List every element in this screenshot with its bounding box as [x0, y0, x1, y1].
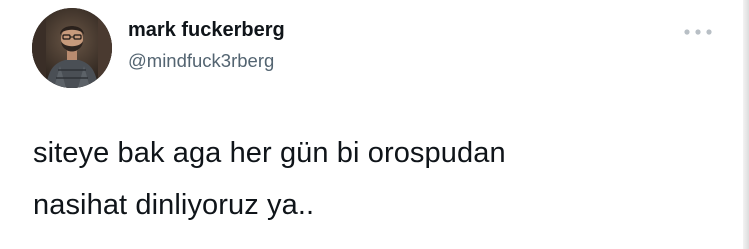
more-options-button[interactable]: [679, 22, 717, 42]
author-handle[interactable]: @mindfuck3rberg: [128, 50, 274, 72]
tweet-text: siteye bak aga her gün bi orospudan nasi…: [33, 127, 713, 231]
more-options-icon: [684, 29, 712, 35]
tweet-text-line: nasihat dinliyoruz ya..: [33, 189, 315, 221]
tweet-card: mark fuckerberg @mindfuck3rberg siteye b…: [0, 0, 749, 249]
profile-photo-icon: [32, 8, 112, 88]
tweet-text-line: siteye bak aga her gün bi orospudan: [33, 137, 506, 169]
author-display-name[interactable]: mark fuckerberg: [128, 19, 285, 42]
page-edge-divider: [743, 0, 749, 249]
author-avatar[interactable]: [32, 8, 112, 88]
